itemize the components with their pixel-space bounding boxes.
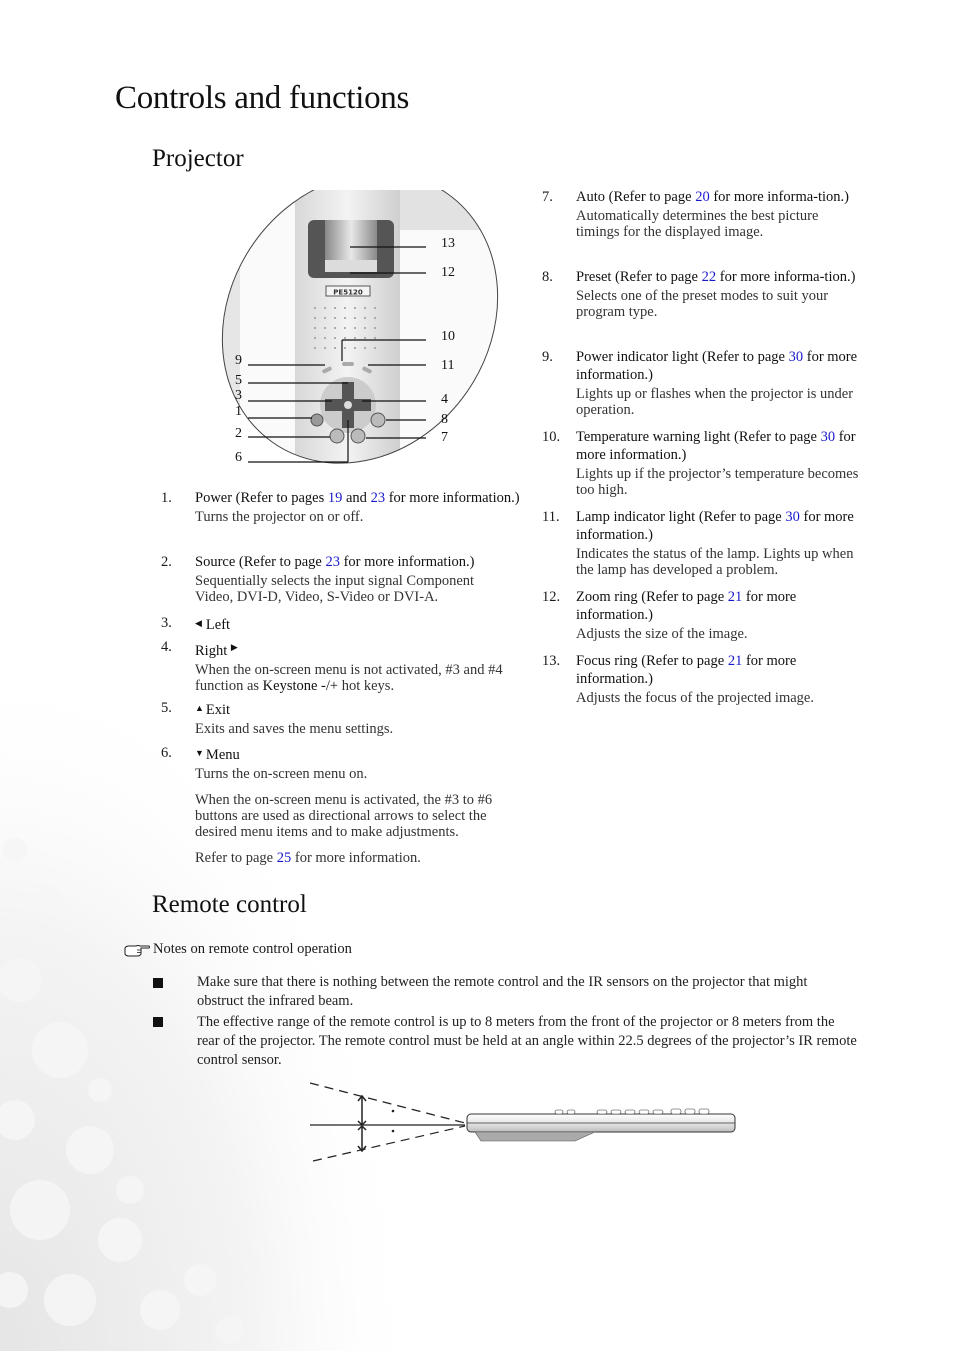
item-description: Automatically determines the best pictur… xyxy=(576,208,819,240)
bullet-marker xyxy=(153,978,163,988)
down-arrow-icon: ▼ xyxy=(195,748,204,758)
item-description: Adjusts the size of the image. xyxy=(576,626,748,642)
item-description: Turns the on-screen menu on. xyxy=(195,766,368,782)
page-link[interactable]: 25 xyxy=(277,850,292,866)
beam-lower-edge xyxy=(312,1125,466,1162)
callout-11: 11 xyxy=(441,358,455,373)
page-link[interactable]: 22 xyxy=(702,269,717,285)
remote-control-illustration xyxy=(466,1108,736,1142)
page-link[interactable]: 20 xyxy=(695,189,710,205)
item-description: When the on-screen menu is not activated… xyxy=(195,662,503,694)
page-link[interactable]: 30 xyxy=(785,509,800,525)
beam-upper-edge xyxy=(309,1082,466,1124)
up-arrow-icon: ▲ xyxy=(195,703,204,713)
pointing-hand-icon xyxy=(124,944,150,956)
callout-10: 10 xyxy=(441,329,455,344)
note-heading: Notes on remote control operation xyxy=(124,941,352,958)
item-heading: Power (Refer to pages 19 and 23 for more… xyxy=(195,490,520,506)
item-description: Selects one of the preset modes to suit … xyxy=(576,288,829,320)
callout-5: 5 xyxy=(235,373,242,388)
angle-arrows xyxy=(357,1094,367,1153)
page-link[interactable]: 21 xyxy=(728,589,743,605)
page-link[interactable]: 23 xyxy=(325,554,340,570)
note-bullet-text: Make sure that there is nothing between … xyxy=(197,974,808,1009)
item-description: Adjusts the focus of the projected image… xyxy=(576,690,814,706)
model-label: PE5120 xyxy=(333,289,363,297)
callout-2: 2 xyxy=(235,426,242,441)
section-heading-remote-control: Remote control xyxy=(152,891,307,918)
left-arrow-icon: ◀ xyxy=(195,618,202,628)
item-description: Lights up or flashes when the projector … xyxy=(576,386,854,418)
item-description-extra: When the on-screen menu is activated, th… xyxy=(195,792,493,840)
callout-7: 7 xyxy=(441,430,448,445)
callout-1: 1 xyxy=(235,404,242,419)
callout-4: 4 xyxy=(441,392,448,407)
callout-9: 9 xyxy=(235,353,242,368)
page-link[interactable]: 21 xyxy=(728,653,743,669)
item-description: Sequentially selects the input signal Co… xyxy=(195,573,475,605)
bullet-marker xyxy=(153,1017,163,1027)
section-heading-projector: Projector xyxy=(152,145,244,172)
callout-6: 6 xyxy=(235,450,242,465)
page-link[interactable]: 23 xyxy=(371,490,386,506)
page-link[interactable]: 19 xyxy=(328,490,343,506)
item-description: Indicates the status of the lamp. Lights… xyxy=(576,546,854,578)
note-bullet-text: The effective range of the remote contro… xyxy=(197,1014,857,1068)
item-heading: Source (Refer to page 23 for more inform… xyxy=(195,554,475,570)
item-reference: Refer to page 25 for more information. xyxy=(195,850,421,866)
page-link[interactable]: 30 xyxy=(789,349,804,365)
callout-13: 13 xyxy=(441,236,455,251)
callout-12: 12 xyxy=(441,265,455,280)
item-description: Exits and saves the menu settings. xyxy=(195,721,394,737)
item-description: Turns the projector on or off. xyxy=(195,509,364,525)
page-title: Controls and functions xyxy=(115,80,410,116)
callout-8: 8 xyxy=(441,412,448,427)
callout-3: 3 xyxy=(235,388,242,403)
page-link[interactable]: 30 xyxy=(821,429,836,445)
right-arrow-icon: ▶ xyxy=(230,642,238,652)
item-description: Lights up if the projector’s temperature… xyxy=(576,466,859,498)
remote-control-angle-diagram xyxy=(309,1082,736,1162)
